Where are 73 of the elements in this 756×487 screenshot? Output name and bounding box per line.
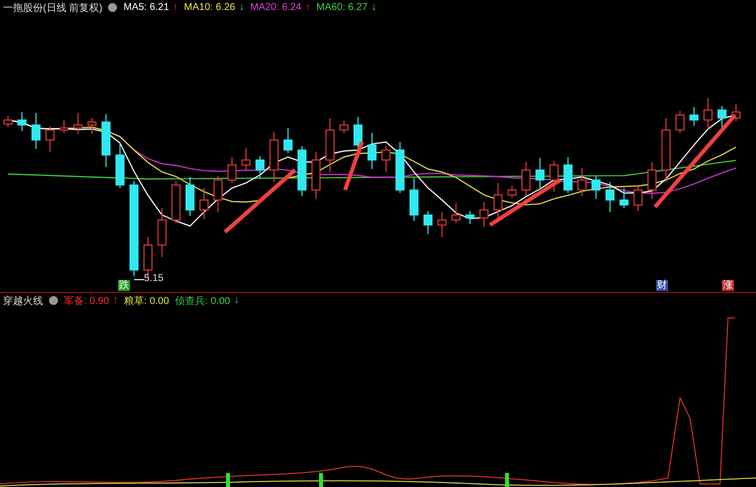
candlestick xyxy=(60,120,68,134)
event-marker: 跌 xyxy=(118,280,130,291)
candlestick xyxy=(424,210,432,234)
indicator-reading: MA10: 6.26 xyxy=(184,2,236,13)
panel-title: 一拖股份(日线 前复权) xyxy=(3,2,102,14)
candlestick xyxy=(536,158,544,190)
signal-bar xyxy=(319,473,323,487)
candlestick xyxy=(312,152,320,200)
trend-arrow-icon: ↑ xyxy=(173,2,178,13)
candlestick xyxy=(18,112,26,132)
trend-arrow-icon: ↑ xyxy=(113,295,118,306)
candlestick xyxy=(88,118,96,134)
settings-dot-icon[interactable] xyxy=(49,296,58,305)
event-marker: 财 xyxy=(656,280,668,291)
candlestick xyxy=(186,176,194,216)
candlestick xyxy=(46,126,54,152)
candlestick xyxy=(662,118,670,182)
candlestick xyxy=(4,116,12,128)
candlestick xyxy=(592,176,600,200)
candlestick xyxy=(242,148,250,172)
candlestick xyxy=(550,160,558,192)
candlestick xyxy=(480,202,488,228)
candlestick xyxy=(200,188,208,220)
event-marker: 涨 xyxy=(722,280,734,291)
candlestick xyxy=(298,146,306,196)
candlestick xyxy=(620,188,628,208)
signal-bar xyxy=(505,473,509,487)
candlestick xyxy=(270,132,278,182)
candlestick xyxy=(368,132,376,170)
candlestick xyxy=(228,156,236,184)
leader-line xyxy=(134,279,144,281)
candlestick xyxy=(634,186,642,212)
candlestick xyxy=(704,98,712,130)
low-price-label: 5.15 xyxy=(144,273,164,284)
candlestick xyxy=(382,146,390,172)
candlestick xyxy=(214,176,222,212)
trend-arrow-icon: ↓ xyxy=(234,295,240,306)
candlestick xyxy=(438,212,446,238)
candlestick xyxy=(284,128,292,154)
indicator-reading: MA5: 6.21 xyxy=(123,2,170,13)
indicator-reading: MA60: 6.27 xyxy=(316,2,368,13)
candlestick xyxy=(578,168,586,196)
signal-bar xyxy=(226,473,230,487)
candlestick xyxy=(564,156,572,194)
trend-arrow-icon: ↓ xyxy=(239,2,244,13)
candlestick xyxy=(690,106,698,126)
candlestick xyxy=(102,114,110,168)
settings-dot-icon[interactable] xyxy=(108,3,118,12)
candlestick xyxy=(648,162,656,200)
candlestick xyxy=(606,182,614,212)
candlestick xyxy=(326,118,334,172)
candlestick xyxy=(732,104,740,122)
indicator-reading: 侦查兵: 0.00 xyxy=(175,294,230,308)
candlestick xyxy=(396,142,404,194)
candlestick xyxy=(410,178,418,222)
candlestick xyxy=(340,120,348,134)
trend-arrow-icon: ↓ xyxy=(372,2,377,13)
candlestick xyxy=(32,112,40,150)
candlestick xyxy=(172,180,180,224)
candlestick xyxy=(74,112,82,134)
panel-title: 穿越火线 xyxy=(3,294,43,308)
candlestick xyxy=(158,208,166,258)
candlestick xyxy=(676,110,684,134)
candlestick xyxy=(508,186,516,198)
candlestick xyxy=(452,202,460,224)
candlestick xyxy=(256,156,264,180)
trend-arrow-icon: ↑ xyxy=(305,2,310,13)
indicator-reading: 军备: 0.90 xyxy=(64,294,110,308)
candlestick xyxy=(466,210,474,224)
indicator-reading: 粮草: 0.00 xyxy=(124,294,170,308)
candlestick xyxy=(522,162,530,196)
indicator-reading: MA20: 6.24 xyxy=(250,2,302,13)
candlestick xyxy=(116,142,124,188)
